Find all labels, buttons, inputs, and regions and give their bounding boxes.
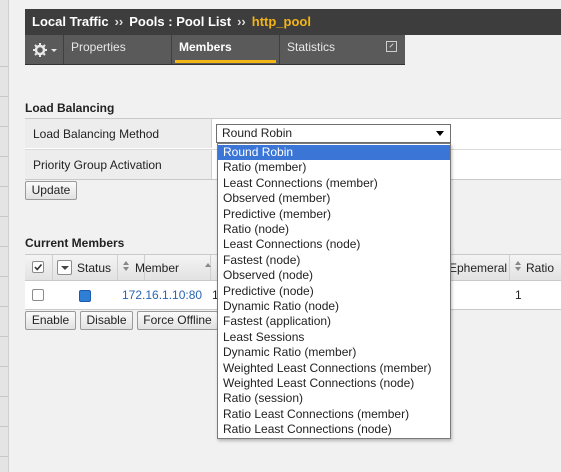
gear-icon <box>33 43 57 57</box>
lb-method-option-label: Fastest (node) <box>223 252 301 267</box>
column-ratio-label: Ratio <box>526 261 555 275</box>
column-member-label: Member <box>135 261 180 275</box>
column-status-label: Status <box>77 261 112 275</box>
lb-method-label-cell: Load Balancing Method <box>25 119 212 148</box>
force-offline-button[interactable]: Force Offline <box>137 311 218 330</box>
lb-method-option-label: Observed (node) <box>223 268 314 283</box>
lb-method-option[interactable]: Ratio (node) <box>218 222 450 237</box>
lb-method-option[interactable]: Predictive (node) <box>218 284 450 299</box>
lb-method-option-label: Dynamic Ratio (member) <box>223 345 357 360</box>
row-select-checkbox[interactable] <box>32 289 44 301</box>
lb-method-option-label: Weighted Least Connections (node) <box>223 376 415 390</box>
lb-method-option[interactable]: Ratio (member) <box>218 160 450 175</box>
lb-method-option-label: Dynamic Ratio (node) <box>223 299 340 313</box>
select-all-checkbox[interactable] <box>32 261 44 273</box>
lb-method-option[interactable]: Observed (node) <box>218 268 450 283</box>
breadcrumb: Local Traffic ›› Pools : Pool List ›› http_p… <box>32 14 311 29</box>
lb-method-select[interactable]: Round Robin <box>216 124 451 143</box>
lb-method-option-label: Ratio Least Connections (member) <box>223 406 410 421</box>
tab-statistics[interactable]: Statistics <box>280 35 405 64</box>
lb-method-dropdown-list[interactable]: Round Robin Ratio (member) Least Connectio… <box>217 143 451 439</box>
column-menu-dropdown[interactable] <box>57 260 72 275</box>
tab-statistics-label: Statistics <box>287 40 336 54</box>
breadcrumb-separator: ›› <box>237 14 246 29</box>
lb-method-option[interactable]: Dynamic Ratio (member) <box>218 345 450 360</box>
member-ratio: 1 <box>515 288 522 302</box>
lb-method-option-label: Least Sessions <box>223 329 305 344</box>
lb-method-option[interactable]: Fastest (node) <box>218 253 450 268</box>
member-link[interactable]: 172.16.1.10:80 <box>122 288 202 302</box>
lb-method-option-label: Ratio (node) <box>223 222 290 236</box>
priority-group-label-cell: Priority Group Activation <box>25 150 212 179</box>
lb-method-selected-value: Round Robin <box>222 126 293 140</box>
breadcrumb-pool-name: http_pool <box>251 14 311 29</box>
chevron-down-icon <box>436 131 444 136</box>
breadcrumb-pool-list[interactable]: Pools : Pool List <box>129 14 231 29</box>
breadcrumb-section[interactable]: Local Traffic <box>32 14 109 29</box>
lb-method-option[interactable]: Ratio Least Connections (member) <box>218 407 450 422</box>
lb-method-option[interactable]: Ratio (session) <box>218 391 450 406</box>
lb-method-option-label: Fastest (application) <box>223 314 332 329</box>
header-select-all-cell <box>25 255 53 280</box>
priority-group-label: Priority Group Activation <box>33 158 162 172</box>
lb-method-option-label: Least Connections (node) <box>223 237 361 252</box>
lb-method-option-label: Ratio (session) <box>223 391 304 406</box>
lb-method-option[interactable]: Weighted Least Connections (member) <box>218 361 450 376</box>
tab-properties-label: Properties <box>71 40 126 54</box>
left-nav-strip <box>0 0 9 472</box>
load-balancing-title: Load Balancing <box>25 101 115 115</box>
header-ephemeral[interactable]: Ephemeral <box>445 255 510 280</box>
lb-method-option[interactable]: Least Connections (member) <box>218 176 450 191</box>
update-button[interactable]: Update <box>25 181 77 200</box>
tab-members-label: Members <box>179 40 232 54</box>
lb-method-option[interactable]: Weighted Least Connections (node) <box>218 376 450 391</box>
lb-method-option[interactable]: Least Connections (node) <box>218 237 450 252</box>
lb-method-option-label: Predictive (member) <box>223 206 332 221</box>
lb-method-option[interactable]: Round Robin <box>218 145 450 160</box>
column-ephemeral-label: Ephemeral <box>449 261 508 275</box>
sort-up-icon <box>515 261 521 265</box>
current-members-title: Current Members <box>25 236 125 250</box>
lb-method-option[interactable]: Ratio Least Connections (node) <box>218 422 450 437</box>
tab-members[interactable]: Members <box>172 35 280 64</box>
tab-bar: Properties Members Statistics <box>25 35 405 65</box>
enable-button[interactable]: Enable <box>25 311 76 330</box>
sort-active-icon <box>205 263 211 267</box>
lb-method-option-label: Predictive (node) <box>223 283 314 298</box>
lb-method-option[interactable]: Predictive (member) <box>218 207 450 222</box>
popout-icon[interactable] <box>386 41 397 52</box>
status-available-icon <box>79 290 91 302</box>
sort-down-icon <box>123 267 129 271</box>
tab-properties[interactable]: Properties <box>64 35 172 64</box>
lb-method-option-label: Ratio (member) <box>223 160 307 175</box>
lb-method-option-label: Ratio Least Connections (node) <box>223 422 392 437</box>
lb-method-option-label: Weighted Least Connections (member) <box>223 360 432 375</box>
lb-method-option[interactable]: Least Sessions <box>218 330 450 345</box>
sort-up-icon <box>123 261 129 265</box>
checkmark-icon <box>34 263 43 271</box>
lb-method-option-label: Round Robin <box>223 145 294 159</box>
lb-method-option[interactable]: Dynamic Ratio (node) <box>218 299 450 314</box>
page-header: Local Traffic ›› Pools : Pool List ›› http_p… <box>25 9 561 35</box>
lb-method-option[interactable]: Observed (member) <box>218 191 450 206</box>
header-ratio[interactable]: Ratio <box>509 255 561 280</box>
breadcrumb-separator: ›› <box>114 14 124 29</box>
lb-method-label: Load Balancing Method <box>33 127 160 141</box>
lb-method-option-label: Least Connections (member) <box>223 175 378 190</box>
disable-button[interactable]: Disable <box>80 311 133 330</box>
tab-gear-menu[interactable] <box>25 35 64 64</box>
active-tab-indicator <box>175 60 276 63</box>
lb-method-option[interactable]: Fastest (application) <box>218 314 450 329</box>
lb-method-option-label: Observed (member) <box>223 191 331 206</box>
header-member[interactable]: Member <box>117 255 211 280</box>
sort-down-icon <box>515 267 521 271</box>
